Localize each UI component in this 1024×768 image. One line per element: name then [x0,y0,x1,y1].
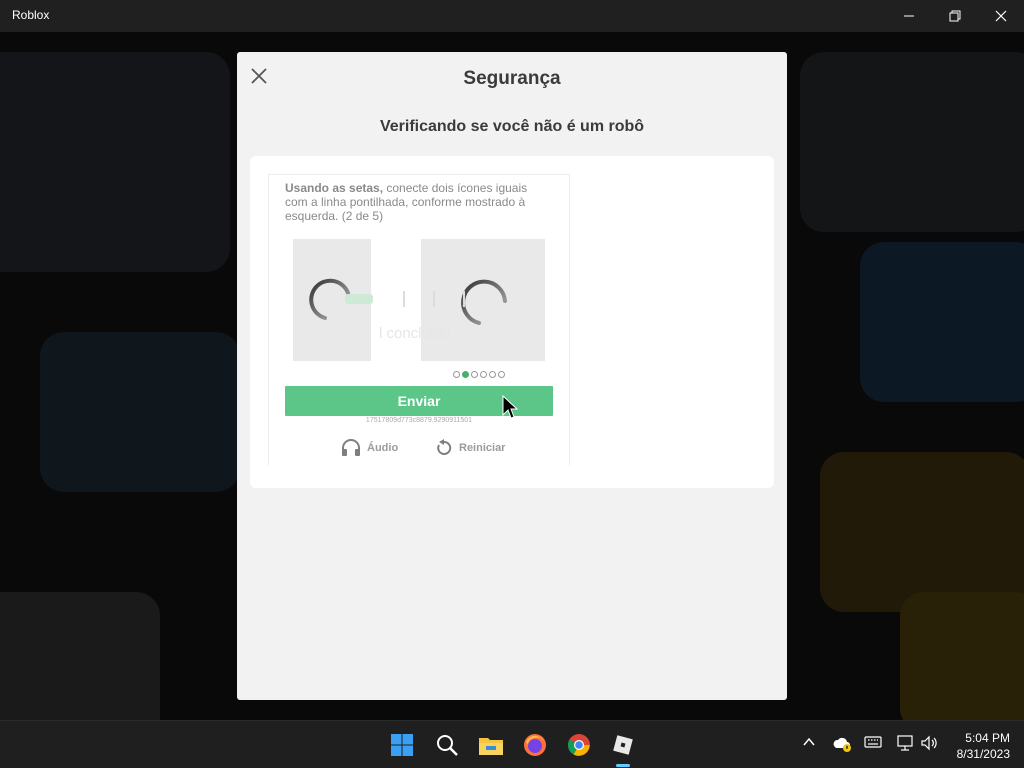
active-app-indicator [616,764,630,767]
system-clock[interactable]: 5:04 PM 8/31/2023 [957,730,1010,762]
security-modal: Segurança Verificando se você não é um r… [237,52,787,700]
headphones-icon [342,439,360,456]
windows-logo-icon [391,734,413,756]
close-icon [995,10,1007,22]
instruction-bold: Usando as setas, [285,181,384,195]
progress-dot [471,371,478,378]
progress-dot [453,371,460,378]
roblox-icon[interactable] [607,729,639,761]
keyboard-icon[interactable] [864,735,882,749]
captcha-panel: Usando as setas, conecte dois ícones igu… [250,156,774,488]
restore-icon [949,10,961,22]
chrome-icon[interactable] [563,729,595,761]
minimize-button[interactable] [886,0,932,32]
modal-title: Segurança [463,68,561,89]
progress-dot [480,371,487,378]
restore-button[interactable] [932,0,978,32]
audio-label: Áudio [367,442,399,454]
session-token: 17517809d773c8879.9290911501 [365,417,473,424]
clock-date: 8/31/2023 [956,747,1010,761]
captcha-instructions: Usando as setas, conecte dois ícones igu… [285,181,535,223]
guide-tick [433,291,435,307]
firefox-logo-icon [524,734,546,756]
windows-start-icon[interactable] [386,729,418,761]
guide-tick [403,291,405,307]
network-icon[interactable] [896,735,914,751]
progress-dot [498,371,505,378]
firefox-icon[interactable] [519,729,551,761]
file-explorer-icon[interactable] [475,729,507,761]
restart-label: Reiniciar [459,442,506,454]
captcha-widget: Usando as setas, conecte dois ícones igu… [268,174,570,465]
window-titlebar: Roblox [0,0,1024,32]
restart-button[interactable]: Reiniciar [435,439,505,457]
folder-icon [479,738,503,755]
mouse-cursor-icon [502,395,518,419]
window-title: Roblox [12,8,50,22]
chrome-logo-icon [568,734,590,756]
progress-dot [462,371,469,378]
progress-dot [489,371,496,378]
search-icon[interactable] [431,729,463,761]
progress-dots [453,371,505,378]
clock-time: 5:04 PM [965,731,1010,745]
loading-spinner-icon [461,279,507,325]
taskbar: 5:04 PM 8/31/2023 [0,720,1024,768]
onedrive-warning-icon[interactable] [832,735,852,753]
roblox-logo-icon [613,735,633,755]
guide-tick [463,291,465,307]
dotted-connector [345,294,373,304]
chevron-up-icon[interactable] [802,735,816,749]
volume-icon[interactable] [920,735,938,751]
magnifier-icon [437,735,458,756]
restart-icon [437,439,452,455]
minimize-icon [904,15,914,17]
puzzle-tile[interactable] [421,239,545,361]
audio-button[interactable]: Áudio [341,439,398,457]
modal-subtitle: Verificando se você não é um robô [379,118,645,135]
close-window-button[interactable] [978,0,1024,32]
faded-status-text: l concluído [379,325,451,342]
